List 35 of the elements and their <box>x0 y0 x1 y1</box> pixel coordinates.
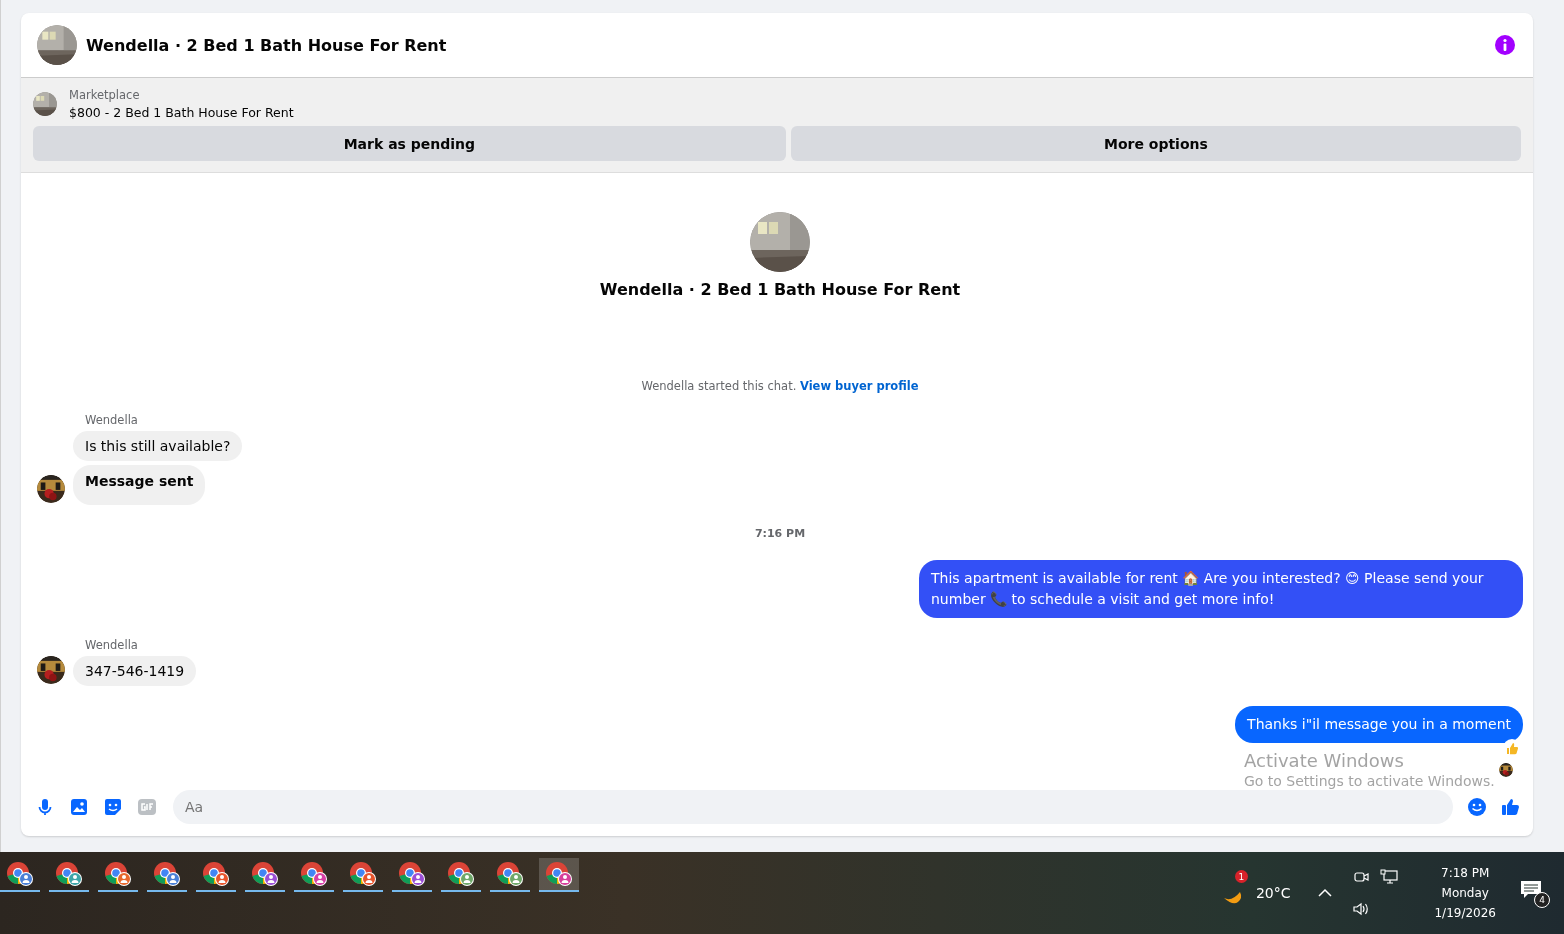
message-bubble: This apartment is available for rent 🏠 Are you interested? 😊 Please send your number 📞 to schedule a visit and get more info! <box>919 560 1523 618</box>
clock-time[interactable]: 7:18 PM <box>1441 866 1490 880</box>
notification-count: 4 <box>1534 892 1550 908</box>
browser-taskbar-icon[interactable] <box>539 858 579 892</box>
chat-notice: Wendella started this chat. View buyer profile <box>641 379 919 393</box>
temperature[interactable]: 20°C <box>1255 885 1291 901</box>
message-input[interactable]: Aa <box>173 790 1453 824</box>
message-bubble: Is this still available? <box>73 431 243 461</box>
camera-icon[interactable] <box>1352 869 1371 885</box>
timestamp: 7:16 PM <box>753 527 807 540</box>
intro-title: Wendella · 2 Bed 1 Bath House For Rent <box>599 280 961 299</box>
network-icon[interactable] <box>1380 869 1399 885</box>
like-icon[interactable] <box>1501 797 1521 817</box>
chevron-up-icon[interactable] <box>1318 888 1333 898</box>
info-icon[interactable] <box>1494 34 1516 56</box>
sticker-icon[interactable] <box>103 797 123 817</box>
clock-date[interactable]: 1/19/2026 <box>1434 906 1496 920</box>
activation-title: Activate Windows <box>1244 750 1405 771</box>
message-bubble: 347-546-1419 <box>73 656 197 686</box>
image-icon[interactable] <box>69 797 89 817</box>
chat-title: Wendella · 2 Bed 1 Bath House For Rent <box>86 35 448 55</box>
emoji-icon[interactable] <box>1467 797 1487 817</box>
message-status: Message sent <box>73 465 206 505</box>
listing-source: Marketplace <box>69 88 141 102</box>
listing-title[interactable]: $800 - 2 Bed 1 Bath House For Rent <box>69 105 294 120</box>
message-bubble: Thanks i"il message you in a moment <box>1235 706 1523 743</box>
sender-name: Wendella <box>85 413 139 427</box>
options-button[interactable]: More options <box>790 126 1521 161</box>
activation-hint: Go to Settings to activate Windows. <box>1244 773 1495 789</box>
volume-icon[interactable] <box>1352 901 1371 917</box>
buyer-profile-link[interactable]: View buyer profile <box>799 379 919 393</box>
weather-badge: 1 <box>1234 870 1248 883</box>
pending-button[interactable]: Mark as pending <box>33 126 786 161</box>
sender-name: Wendella <box>85 638 139 652</box>
clock-day[interactable]: Monday <box>1441 886 1489 900</box>
